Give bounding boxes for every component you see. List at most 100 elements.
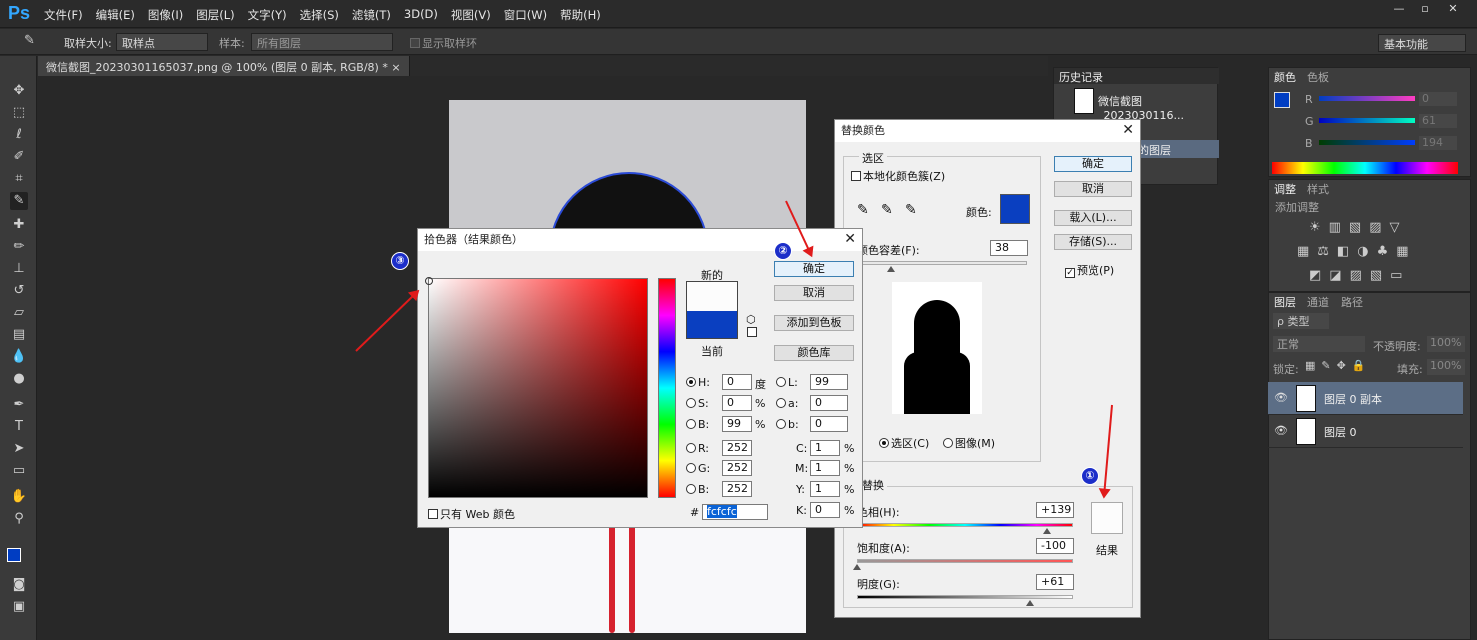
lock-icons[interactable]: ▦✎✥🔒 [1305,359,1372,372]
g-field[interactable]: 61 [1419,114,1457,128]
lightness-thumb[interactable] [1025,600,1034,606]
current-color-swatch[interactable] [686,311,738,339]
lightness-field[interactable]: +61 [1036,574,1074,590]
g-radio[interactable]: G: [686,462,710,475]
quick-select-icon[interactable]: ✐ [10,148,28,166]
h-radio[interactable]: H: [686,376,710,389]
path-select-icon[interactable]: ➤ [10,440,28,458]
maximize-icon[interactable]: ▫ [1412,2,1438,17]
gradient-tool-icon[interactable]: ▤ [10,326,28,344]
y-field[interactable]: 1 [810,481,840,497]
quick-mask-icon[interactable]: ◙ [10,576,28,594]
fuzziness-field[interactable]: 38 [990,240,1028,256]
opacity-field[interactable]: 100% [1427,336,1465,352]
b-field[interactable]: 194 [1419,136,1457,150]
layer-kind-filter[interactable]: ρ 类型 [1273,313,1329,329]
color-field-cursor[interactable] [425,277,433,285]
load-button[interactable]: 载入(L)... [1054,210,1132,226]
eyedropper-minus-icon[interactable]: ✎ [905,202,917,218]
r-radio[interactable]: R: [686,442,709,455]
layer-row[interactable]: 👁 图层 0 [1268,415,1463,448]
tab-color[interactable]: 颜色 [1274,69,1296,85]
s-field[interactable]: 0 [722,395,752,411]
menu-view[interactable]: 视图(V) [451,7,491,23]
document-tab[interactable]: 微信截图_20230301165037.png @ 100% (图层 0 副本,… [38,56,410,76]
close-icon[interactable]: ✕ [1122,122,1134,138]
lab-b-field[interactable]: 0 [810,416,848,432]
fill-field[interactable]: 100% [1427,359,1465,375]
cube-icon[interactable]: ⬡ [746,313,756,326]
tab-styles[interactable]: 样式 [1307,181,1329,197]
fuzziness-thumb[interactable] [887,266,895,272]
shape-tool-icon[interactable]: ▭ [10,462,28,480]
l-field[interactable]: 99 [810,374,848,390]
h-field[interactable]: 0 [722,374,752,390]
r-field[interactable]: 0 [1419,92,1457,106]
layer-row[interactable]: 👁 图层 0 副本 [1268,382,1463,415]
eyedropper-icon[interactable]: ✎ [24,33,35,48]
tab-layers[interactable]: 图层 [1274,294,1296,310]
ok-button[interactable]: 确定 [1054,156,1132,172]
add-to-swatches-button[interactable]: 添加到色板 [774,315,854,331]
type-tool-icon[interactable]: T [10,418,28,436]
adjustment-icons-row2[interactable]: ▦⚖◧◑♣▦ [1297,244,1417,259]
adjustment-icons-row1[interactable]: ☀▥▧▨▽ [1309,220,1408,235]
lab-b-radio[interactable]: b: [776,418,799,431]
history-snapshot[interactable]: 微信截图_2023030116... [1098,93,1217,122]
tab-paths[interactable]: 路径 [1341,294,1363,310]
cancel-button[interactable]: 取消 [774,285,854,301]
web-only-checkbox[interactable]: 只有 Web 颜色 [428,506,515,522]
m-field[interactable]: 1 [810,460,840,476]
radio-image[interactable]: 图像(M) [943,435,995,451]
show-ring-checkbox[interactable]: 显示取样环 [410,35,477,51]
blue-field[interactable]: 252 [722,481,752,497]
a-field[interactable]: 0 [810,395,848,411]
r-field[interactable]: 252 [722,440,752,456]
eyedropper-tool-icon[interactable]: ✎ [10,192,28,210]
ok-button[interactable]: 确定 [774,261,854,277]
hand-tool-icon[interactable]: ✋ [10,488,28,506]
r-slider[interactable] [1319,96,1415,101]
result-color-swatch[interactable] [1091,502,1123,534]
eyedropper-plus-icon[interactable]: ✎ [881,202,893,218]
color-field[interactable] [428,278,648,498]
tab-close-icon[interactable]: × [391,61,400,74]
menu-3d[interactable]: 3D(D) [404,7,438,23]
g-slider[interactable] [1319,118,1415,123]
crop-tool-icon[interactable]: ⌗ [10,170,28,188]
c-field[interactable]: 1 [810,440,840,456]
menu-type[interactable]: 文字(Y) [248,7,287,23]
hex-field[interactable]: fcfcfc [702,504,768,520]
menu-select[interactable]: 选择(S) [300,7,339,23]
screen-mode-icon[interactable]: ▣ [10,598,28,616]
cancel-button[interactable]: 取消 [1054,181,1132,197]
menu-file[interactable]: 文件(F) [44,7,83,23]
adjustment-icons-row3[interactable]: ◩◪▨▧▭ [1309,268,1410,283]
l-radio[interactable]: L: [776,376,798,389]
move-tool-icon[interactable]: ✥ [10,82,28,100]
stamp-tool-icon[interactable]: ⊥ [10,260,28,278]
eraser-tool-icon[interactable]: ▱ [10,304,28,322]
save-button[interactable]: 存储(S)... [1054,234,1132,250]
history-state[interactable]: 的图层 [1134,140,1219,158]
history-brush-icon[interactable]: ↺ [10,282,28,300]
color-spectrum[interactable] [1272,162,1458,174]
hue-thumb[interactable] [1043,528,1052,534]
hue-slider[interactable] [658,278,676,498]
eyedropper-icon[interactable]: ✎ [857,202,869,218]
pen-tool-icon[interactable]: ✒ [10,396,28,414]
saturation-slider[interactable] [857,559,1073,563]
marquee-tool-icon[interactable]: ⬚ [10,104,28,122]
fg-color-chip[interactable] [1274,92,1290,108]
healing-tool-icon[interactable]: ✚ [10,216,28,234]
minimize-icon[interactable]: — [1386,2,1412,17]
hue-field[interactable]: +139 [1036,502,1074,518]
tab-adjustments[interactable]: 调整 [1274,181,1296,197]
menu-layer[interactable]: 图层(L) [196,7,234,23]
brush-tool-icon[interactable]: ✏ [10,238,28,256]
preview-checkbox[interactable]: ✓ 预览(P) [1065,262,1114,278]
zoom-tool-icon[interactable]: ⚲ [10,510,28,528]
b-radio[interactable]: B: [686,418,709,431]
menu-window[interactable]: 窗口(W) [504,7,547,23]
selection-color-swatch[interactable] [1000,194,1030,224]
